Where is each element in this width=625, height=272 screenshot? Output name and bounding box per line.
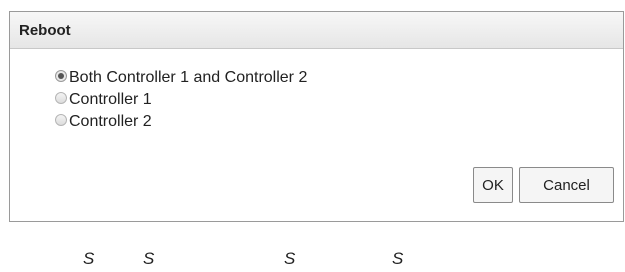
dialog-title: Reboot [19,21,71,39]
reboot-target-options: Both Controller 1 and Controller 2 Contr… [55,67,307,133]
footer-mark: S [83,249,95,268]
cancel-button[interactable]: Cancel [519,167,614,203]
option-label: Controller 1 [69,91,152,108]
footer-mark: S [284,249,296,268]
dialog-title-bar: Reboot [10,12,623,49]
ok-button[interactable]: OK [473,167,513,203]
footer-mark: S [392,249,404,268]
footer-mark: S [143,249,155,268]
option-controller-2[interactable]: Controller 2 [55,111,307,133]
radio-button[interactable] [55,91,67,104]
option-controller-1[interactable]: Controller 1 [55,89,307,111]
radio-button[interactable] [55,113,67,126]
option-both-controllers[interactable]: Both Controller 1 and Controller 2 [55,67,307,89]
option-label: Both Controller 1 and Controller 2 [69,69,308,86]
footer-marks: S S S S [0,249,625,269]
reboot-dialog: Reboot Both Controller 1 and Controller … [9,11,624,222]
option-label: Controller 2 [69,113,152,130]
radio-button-checked[interactable] [55,69,67,82]
dialog-buttons: OK Cancel [473,167,614,203]
